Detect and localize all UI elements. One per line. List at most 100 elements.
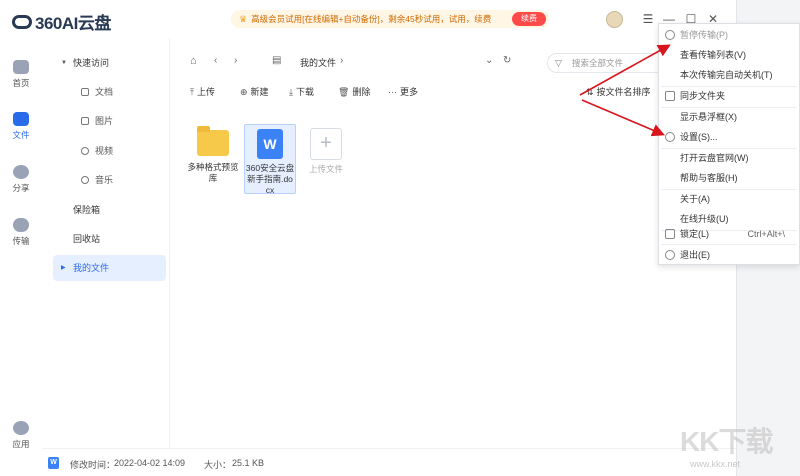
sidebar-item-label: 视频 — [95, 146, 114, 156]
delete-button[interactable]: 🗑 删除 — [338, 85, 370, 98]
file-name: 多种格式预览库 — [187, 162, 239, 183]
nav-share[interactable]: 分享 — [0, 165, 42, 194]
menu-item-auto-shutdown[interactable]: 本次传输完自动关机(T) — [659, 65, 799, 85]
word-doc-icon: W — [257, 129, 283, 159]
exit-icon — [665, 250, 675, 260]
modified-value: 2022-04-02 14:09 — [114, 458, 186, 468]
sidebar-item-docs[interactable]: 文档 — [53, 79, 166, 105]
menu-item-label: 查看传输列表(V) — [680, 50, 746, 60]
document-icon — [81, 88, 89, 96]
menu-item-exit[interactable]: 退出(E) — [659, 245, 799, 265]
nav-apps[interactable]: 应用 — [0, 421, 42, 450]
main-content: ⌂ ‹ › ▤ 我的文件 › ⌄ ↻ ▽ 搜索全部文件 ⤒ 上传 ⊕ 新建 ⤓ 下载 … — [170, 38, 736, 448]
menu-item-official-site[interactable]: 打开云盘官网(W) — [659, 148, 799, 168]
menu-item-help[interactable]: 帮助与客服(H) — [659, 168, 799, 188]
video-icon — [81, 147, 89, 155]
back-icon[interactable]: ‹ — [214, 55, 217, 66]
sidebar-item-recycle-bin[interactable]: 回收站 — [53, 226, 166, 252]
sidebar-item-images[interactable]: 图片 — [53, 108, 166, 134]
breadcrumb-current[interactable]: 我的文件 — [300, 56, 336, 69]
menu-item-label: 设置(S)... — [680, 132, 718, 142]
file-item-docx[interactable]: W 360安全云盘新手指南.docx — [244, 124, 296, 195]
lock-shortcut: Ctrl+Alt+\ — [747, 229, 785, 239]
plus-icon: + — [310, 128, 342, 160]
watermark-logo: KK下载 — [680, 426, 773, 457]
menu-item-label: 退出(E) — [680, 250, 710, 260]
nav-home[interactable]: 首页 — [0, 60, 42, 89]
sort-label: 按文件名排序 — [596, 87, 651, 97]
download-label: 下载 — [295, 87, 314, 97]
folder-icon — [13, 112, 29, 126]
size-value: 25.1 KB — [232, 458, 265, 468]
crown-icon: ♛ — [239, 13, 248, 24]
sidebar-item-label: 回收站 — [73, 234, 101, 244]
nav-share-label: 分享 — [12, 183, 30, 193]
upload-icon: ⤒ — [190, 87, 194, 97]
menu-item-pause-transfer[interactable]: 暂停传输(P) — [659, 25, 799, 45]
menu-item-label: 关于(A) — [680, 194, 710, 204]
menu-item-about[interactable]: 关于(A) — [659, 189, 799, 209]
sidebar-item-music[interactable]: 音乐 — [53, 167, 166, 193]
forward-icon[interactable]: › — [234, 55, 237, 66]
nav-transfer[interactable]: 传输 — [0, 218, 42, 247]
sidebar-item-label: 保险箱 — [73, 205, 101, 215]
new-label: 新建 — [250, 87, 269, 97]
watermark-url: www.kkx.net — [690, 459, 741, 469]
menu-item-label: 本次传输完自动关机(T) — [680, 70, 773, 80]
music-icon — [81, 176, 89, 184]
sidebar-item-my-files[interactable]: ▶ 我的文件 — [53, 255, 166, 281]
menu-item-label: 暂停传输(P) — [680, 30, 728, 40]
sidebar-item-label: 文档 — [95, 87, 114, 97]
caret-right-icon: ▶ — [61, 265, 66, 271]
upload-tile-label: 上传文件 — [308, 164, 343, 174]
size-label: 大小： — [204, 460, 232, 470]
upload-button[interactable]: ⤒ 上传 — [190, 85, 215, 98]
download-icon: ⤓ — [289, 87, 293, 97]
nav-transfer-label: 传输 — [12, 236, 30, 246]
folder-icon — [197, 126, 229, 156]
refresh-icon[interactable]: ↻ — [503, 55, 511, 66]
chevron-down-icon[interactable]: ⌄ — [485, 55, 493, 66]
menu-item-settings[interactable]: 设置(S)... — [659, 127, 799, 147]
sidebar-item-safe-box[interactable]: 保险箱 — [53, 197, 166, 223]
new-button[interactable]: ⊕ 新建 — [240, 85, 269, 98]
file-item-folder[interactable]: 多种格式预览库 — [187, 126, 239, 184]
search-placeholder: 搜索全部文件 — [572, 58, 624, 68]
chevron-right-icon: › — [340, 55, 344, 66]
menu-item-sync-folder[interactable]: 同步文件夹 — [659, 86, 799, 106]
home-icon[interactable]: ⌂ — [190, 55, 197, 67]
avatar[interactable] — [606, 11, 623, 28]
nav-files[interactable]: 文件 — [0, 112, 42, 141]
drive-icon: ▤ — [272, 55, 282, 66]
promo-text: 高级会员试用[在线编辑+自动备份]，剩余45秒试用，试用，续费 — [251, 14, 492, 24]
sidebar-item-label: 音乐 — [95, 175, 114, 185]
more-icon: ··· — [388, 87, 397, 97]
logo-ring-icon — [12, 14, 32, 29]
sync-folder-icon — [665, 91, 675, 101]
breadcrumb: ⌂ ‹ › ▤ 我的文件 › ⌄ ↻ ▽ 搜索全部文件 — [170, 52, 736, 73]
pause-icon — [665, 30, 675, 40]
filter-icon: ▽ — [555, 58, 562, 68]
trash-icon: 🗑 — [338, 87, 350, 97]
menu-item-label: 在线升级(U) — [680, 214, 729, 224]
apps-icon — [13, 421, 29, 435]
sort-button[interactable]: ⇅ 按文件名排序 — [586, 85, 651, 98]
upload-file-tile[interactable]: + 上传文件 — [300, 126, 352, 175]
app-logo: 360AI云盘 — [12, 9, 111, 34]
promo-banner[interactable]: ♛ 高级会员试用[在线编辑+自动备份]，剩余45秒试用，试用，续费 续费 — [231, 10, 549, 28]
menu-icon[interactable]: ☰ — [641, 11, 655, 27]
menu-item-lock[interactable]: 锁定(L) Ctrl+Alt+\ — [659, 224, 799, 244]
menu-item-label: 同步文件夹 — [680, 91, 726, 101]
menu-item-floating-box[interactable]: 显示悬浮框(X) — [659, 107, 799, 127]
menu-item-label: 显示悬浮框(X) — [680, 112, 737, 122]
sort-icon: ⇅ — [586, 87, 594, 97]
lock-icon — [665, 229, 675, 239]
download-button[interactable]: ⤓ 下载 — [289, 85, 314, 98]
more-button[interactable]: ··· 更多 — [388, 85, 418, 98]
menu-item-label: 锁定(L) — [680, 229, 709, 239]
sidebar-item-quick-access[interactable]: ▼ 快速访问 — [53, 50, 166, 76]
menu-item-transfer-list[interactable]: 查看传输列表(V) — [659, 45, 799, 65]
sidebar-item-videos[interactable]: 视频 — [53, 138, 166, 164]
renew-button[interactable]: 续费 — [512, 12, 546, 26]
caret-down-icon: ▼ — [61, 60, 67, 66]
